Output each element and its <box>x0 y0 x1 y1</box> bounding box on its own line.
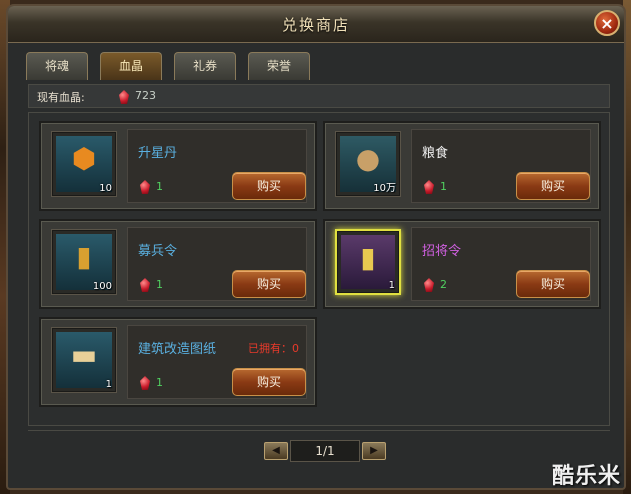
owned-count: 已拥有：0 <box>248 342 299 355</box>
window-title: 兑换商店 <box>281 16 350 34</box>
buy-button[interactable]: 购买 <box>232 270 306 298</box>
blood-crystal-icon <box>140 376 150 390</box>
currency-value: 723 <box>135 89 156 102</box>
item-detail: 粮食 1 购买 <box>411 129 591 203</box>
item-icon-frame[interactable]: ▮ 100 <box>51 229 117 295</box>
star-pill-icon: ⬢ <box>71 142 97 175</box>
blood-crystal-icon <box>140 180 150 194</box>
title-bar: 兑换商店 × <box>8 6 624 43</box>
grain-sack-icon: ● <box>355 142 381 175</box>
tab-honor[interactable]: 荣誉 <box>248 52 310 80</box>
shop-item-card: ⬢ 10 升星丹 1 购买 <box>39 121 317 211</box>
item-icon-frame[interactable]: ⬢ 10 <box>51 131 117 197</box>
tab-gift-voucher[interactable]: 礼券 <box>174 52 236 80</box>
item-name: 募兵令 <box>138 244 178 259</box>
close-icon[interactable]: × <box>594 10 620 36</box>
buy-button[interactable]: 购买 <box>232 172 306 200</box>
buy-button[interactable]: 购买 <box>232 368 306 396</box>
item-name: 招将令 <box>422 244 462 259</box>
currency-bar: 现有血晶: 723 <box>28 84 610 108</box>
pager-divider <box>28 430 610 431</box>
item-quantity: 1 <box>105 379 112 390</box>
item-icon-background: ▬ <box>56 332 112 388</box>
item-grid: ⬢ 10 升星丹 1 购买 ● 10万 粮食 1 购买 ▮ 100 募兵令 1 … <box>28 112 610 426</box>
item-name: 升星丹 <box>138 146 178 161</box>
general-token-icon: ▮ <box>360 241 376 274</box>
blood-crystal-icon <box>140 278 150 292</box>
item-icon-frame[interactable]: ● 10万 <box>335 131 401 197</box>
item-detail: 招将令 2 购买 <box>411 227 591 301</box>
buy-button[interactable]: 购买 <box>516 172 590 200</box>
blood-crystal-icon <box>424 180 434 194</box>
tab-hero-soul[interactable]: 将魂 <box>26 52 88 80</box>
item-quantity: 10 <box>99 183 112 194</box>
shop-item-card: ● 10万 粮食 1 购买 <box>323 121 601 211</box>
item-price: 1 <box>156 180 163 193</box>
item-detail: 建筑改造图纸 已拥有：0 1 购买 <box>127 325 307 399</box>
shop-item-card: ▬ 1 建筑改造图纸 已拥有：0 1 购买 <box>39 317 317 407</box>
blueprint-scroll-icon: ▬ <box>70 338 98 371</box>
item-quantity: 1 <box>388 280 395 291</box>
item-price: 2 <box>440 278 447 291</box>
shop-item-card: ▮ 100 募兵令 1 购买 <box>39 219 317 309</box>
item-quantity: 10万 <box>373 183 396 194</box>
item-price: 1 <box>156 376 163 389</box>
prev-arrow-icon[interactable]: ◀ <box>264 442 288 460</box>
shop-item-card: ▮ 1 招将令 2 购买 <box>323 219 601 309</box>
item-icon-background: ▮ <box>341 235 395 289</box>
item-detail: 升星丹 1 购买 <box>127 129 307 203</box>
buy-button[interactable]: 购买 <box>516 270 590 298</box>
item-icon-frame[interactable]: ▬ 1 <box>51 327 117 393</box>
recruit-token-icon: ▮ <box>76 240 92 273</box>
item-price: 1 <box>440 180 447 193</box>
watermark-logo: 酷乐米 <box>551 464 621 489</box>
tab-blood-crystal[interactable]: 血晶 <box>100 52 162 80</box>
item-name: 建筑改造图纸 <box>138 342 217 357</box>
blood-crystal-icon <box>119 90 129 104</box>
item-name: 粮食 <box>422 146 449 161</box>
blood-crystal-icon <box>424 278 434 292</box>
item-icon-frame[interactable]: ▮ 1 <box>335 229 401 295</box>
page-indicator: 1/1 <box>290 440 360 462</box>
item-price: 1 <box>156 278 163 291</box>
currency-label: 现有血晶: <box>37 91 85 104</box>
next-arrow-icon[interactable]: ▶ <box>362 442 386 460</box>
item-quantity: 100 <box>92 281 112 292</box>
exchange-shop-window: 兑换商店 × 将魂 血晶 礼券 荣誉 现有血晶: 723 ⬢ 10 升星丹 1 … <box>6 4 626 490</box>
item-detail: 募兵令 1 购买 <box>127 227 307 301</box>
